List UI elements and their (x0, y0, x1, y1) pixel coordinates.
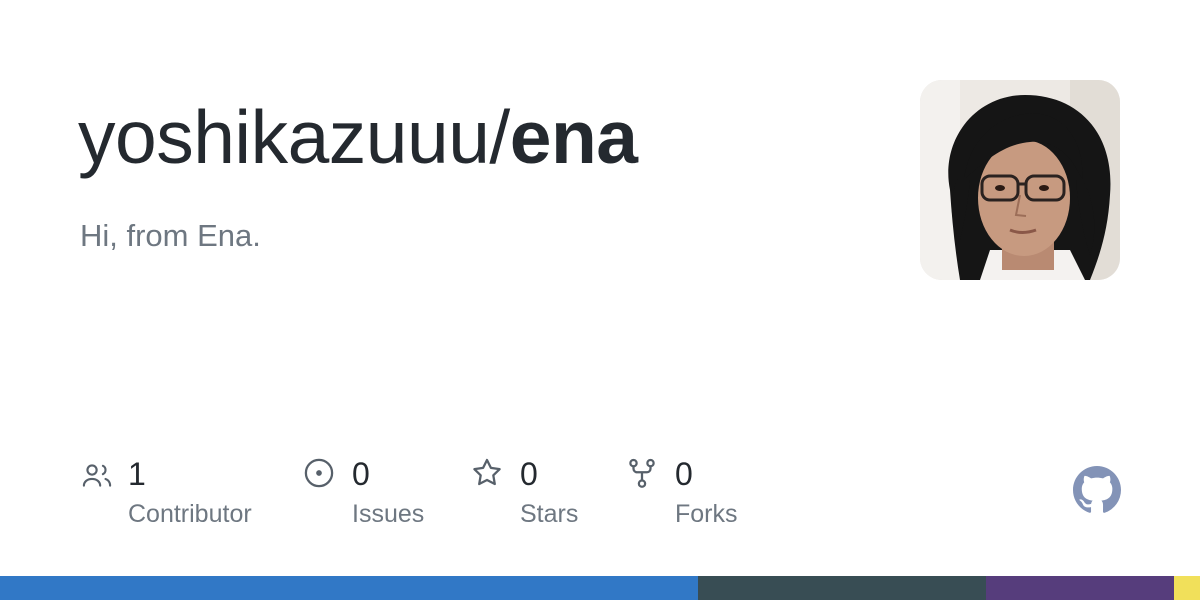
fork-icon (629, 458, 655, 488)
issues-count: 0 (352, 456, 370, 492)
star-icon (473, 458, 501, 486)
contributors-label: Contributor (128, 500, 252, 528)
stars-count: 0 (520, 456, 538, 492)
stars-label: Stars (520, 500, 579, 528)
repo-name: ena (509, 95, 638, 179)
language-segment (1174, 576, 1200, 600)
owner-avatar[interactable] (920, 80, 1120, 280)
issue-icon (304, 458, 334, 488)
stat-issues[interactable]: 0 Issues (302, 454, 462, 534)
language-segment (698, 576, 987, 600)
github-logo-icon[interactable] (1073, 466, 1121, 514)
issues-label: Issues (352, 500, 425, 528)
social-preview-card: yoshikazuuu/ena Hi, from Ena. 1 Contribu… (0, 0, 1200, 600)
people-icon (82, 464, 112, 487)
language-segment (986, 576, 1175, 600)
repo-title[interactable]: yoshikazuuu/ena (78, 92, 638, 182)
stat-contributors[interactable]: 1 Contributor (80, 454, 280, 534)
language-bar (0, 576, 1200, 600)
repo-owner: yoshikazuuu/ (78, 95, 510, 179)
avatar-photo (920, 80, 1120, 280)
stat-stars[interactable]: 0 Stars (470, 454, 610, 534)
repo-description: Hi, from Ena. (80, 218, 261, 253)
language-segment (0, 576, 699, 600)
forks-count: 0 (675, 456, 693, 492)
stat-forks[interactable]: 0 Forks (625, 454, 765, 534)
contributors-count: 1 (128, 456, 146, 492)
forks-label: Forks (675, 500, 738, 528)
